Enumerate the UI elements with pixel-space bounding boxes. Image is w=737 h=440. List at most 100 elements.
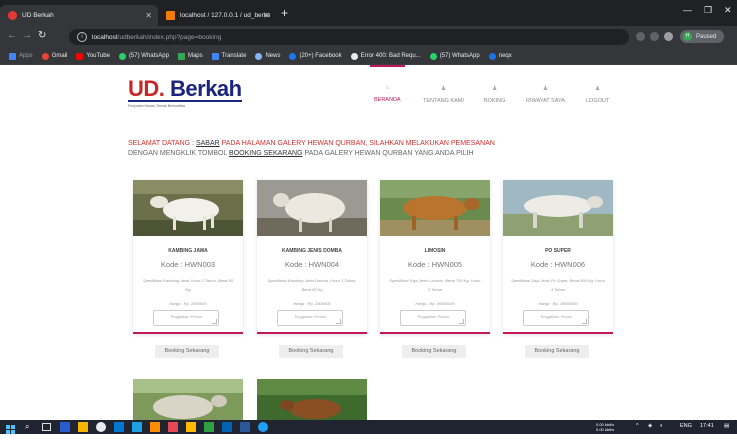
- clock[interactable]: 17:41: [700, 423, 714, 429]
- welcome-message: SELAMAT DATANG : SABAR PADA HALAMAN GALE…: [128, 140, 495, 157]
- chrome-icon[interactable]: [96, 422, 106, 432]
- app-icon[interactable]: [186, 422, 196, 432]
- sheep-image: [257, 180, 367, 236]
- nav-tentang-kami[interactable]: ♟ TENTANG KAMI: [423, 85, 464, 104]
- tab-ud-berkah[interactable]: UD Berkah ✕: [0, 5, 158, 26]
- tab-title: localhost / 127.0.0.1 / ud_berkah: [180, 12, 270, 19]
- card-spec: Spesifikasi Sapi Jenis Limosin, Berat 70…: [389, 278, 481, 292]
- bookmark-apps[interactable]: Apps: [9, 52, 33, 60]
- url-host: localhost: [92, 33, 118, 41]
- booking-button[interactable]: Booking Sekarang: [155, 345, 219, 358]
- card-title: KAMBING JAWA: [168, 248, 208, 254]
- logo-tagline: Penjualan Hewan Ternak Berkualitas: [128, 104, 186, 108]
- booking-button[interactable]: Booking Sekarang: [402, 345, 466, 358]
- url-path: /udberkah/index.php?page=booking: [117, 33, 222, 41]
- bookmark-news[interactable]: News: [255, 52, 280, 60]
- message-textarea[interactable]: Tinggalkan Pesan: [523, 310, 589, 326]
- cow-image: [257, 379, 367, 420]
- nav-riwayat-saya[interactable]: ♟ RIWAYAT SAYA: [526, 85, 565, 104]
- phpmyadmin-favicon-icon: [166, 11, 175, 20]
- bookmark-gmail[interactable]: Gmail: [41, 52, 67, 60]
- globe-icon: [350, 52, 358, 60]
- home-icon: ⌂: [385, 85, 390, 91]
- windows-start-icon[interactable]: [6, 422, 16, 434]
- card-spec: Spesifikasi Kambing Jawa Umur 2 Tahun, B…: [142, 278, 234, 292]
- maximize-icon[interactable]: ❐: [704, 5, 712, 16]
- bookmark-neqx[interactable]: neqx: [488, 52, 512, 60]
- notification-icon[interactable]: ▤: [724, 423, 729, 429]
- tray-chevron-icon[interactable]: ^: [636, 423, 639, 429]
- back-icon[interactable]: ←: [7, 30, 17, 41]
- close-tab-icon[interactable]: ✕: [145, 11, 152, 20]
- language-indicator[interactable]: ENG: [680, 423, 692, 429]
- user-icon: ♟: [492, 86, 498, 92]
- site-logo[interactable]: UD. Berkah Penjualan Hewan Ternak Berkua…: [128, 78, 242, 108]
- file-explorer-icon[interactable]: [78, 422, 88, 432]
- word-icon[interactable]: [240, 422, 250, 432]
- cow-po-super-image: [503, 180, 613, 236]
- message-textarea[interactable]: Tinggalkan Pesan: [277, 310, 343, 326]
- card-kode: Kode : HWN004: [284, 260, 340, 269]
- translate-icon: [211, 52, 219, 60]
- close-tab-icon[interactable]: ✕: [263, 11, 270, 20]
- active-nav-indicator: [370, 65, 405, 67]
- profile-button[interactable]: H Paused: [680, 30, 725, 43]
- app-icon[interactable]: [204, 422, 214, 432]
- nav-beranda[interactable]: ⌂ BERANDA: [370, 65, 405, 103]
- bookmark-facebook[interactable]: (20+) Facebook: [289, 52, 342, 60]
- forward-icon[interactable]: →: [22, 30, 32, 41]
- app-icon[interactable]: [60, 422, 70, 432]
- booking-button[interactable]: Booking Sekarang: [525, 345, 589, 358]
- key-icon[interactable]: [636, 32, 645, 41]
- windows-taskbar: ⌕ 0.00 kbit/s 0.00 kbit/s ^ ◈ ◐ ENG 17:41…: [0, 420, 737, 434]
- apps-grid-icon: [9, 52, 16, 60]
- product-card: PO SUPER Kode : HWN006 Spesifikasi Sapi …: [503, 180, 613, 334]
- extensions-icon[interactable]: [664, 32, 673, 41]
- bookmark-whatsapp[interactable]: (57) WhatsApp: [118, 52, 169, 60]
- task-view-icon[interactable]: [42, 423, 51, 431]
- bookmark-error[interactable]: Error 400: Bad Requ...: [350, 52, 421, 60]
- minimize-icon[interactable]: —: [683, 5, 692, 15]
- whatsapp-icon: [429, 52, 437, 60]
- bookmarks-bar: Apps Gmail YouTube (57) WhatsApp Maps Tr…: [0, 48, 737, 65]
- bookmark-maps[interactable]: Maps: [177, 52, 203, 60]
- network-icon[interactable]: ◈: [648, 423, 652, 429]
- whatsapp-icon: [118, 52, 126, 60]
- vscode-icon[interactable]: [222, 422, 232, 432]
- app-icon[interactable]: [132, 422, 142, 432]
- booking-link[interactable]: BOOKING SEKARANG: [229, 150, 303, 157]
- site-info-icon[interactable]: i: [77, 32, 87, 42]
- close-window-icon[interactable]: ✕: [724, 5, 732, 16]
- message-textarea[interactable]: Tinggalkan Pesan: [400, 310, 466, 326]
- user-icon: ♟: [440, 86, 447, 92]
- tab-title: UD Berkah: [22, 12, 54, 19]
- store-icon[interactable]: [114, 422, 124, 432]
- xampp-icon[interactable]: [150, 422, 160, 432]
- message-textarea[interactable]: Tinggalkan Pesan: [153, 310, 219, 326]
- maps-icon: [177, 52, 185, 60]
- network-speed: 0.00 kbit/s 0.00 kbit/s: [596, 422, 615, 432]
- nav-logout[interactable]: ♟ LOGOUT: [586, 85, 609, 104]
- profile-status: Paused: [696, 33, 717, 40]
- card-price: Harga : Rp. 28000000: [538, 301, 578, 306]
- nav-boking[interactable]: ♟ BOKING: [484, 85, 505, 104]
- new-tab-icon[interactable]: +: [281, 6, 288, 20]
- tab-phpmyadmin[interactable]: localhost / 127.0.0.1 / ud_berkah ✕: [158, 5, 276, 26]
- address-bar[interactable]: i localhost /udberkah/index.php?page=boo…: [69, 29, 629, 45]
- search-icon[interactable]: ⌕: [25, 422, 35, 432]
- cow-limosin-image: [380, 180, 490, 236]
- bookmark-youtube[interactable]: YouTube: [76, 52, 110, 60]
- bookmark-translate[interactable]: Translate: [211, 52, 246, 60]
- reload-icon[interactable]: ↻: [38, 30, 46, 41]
- bookmark-whatsapp-2[interactable]: (57) WhatsApp: [429, 52, 480, 60]
- user-icon: ♟: [542, 86, 549, 92]
- user-icon: ♟: [594, 86, 601, 92]
- volume-icon[interactable]: ◐: [660, 423, 663, 429]
- app-icon[interactable]: [258, 422, 268, 432]
- booking-button[interactable]: Booking Sekarang: [279, 345, 343, 358]
- app-icon[interactable]: [168, 422, 178, 432]
- card-price: Harga : Rp. 45000000: [415, 301, 455, 306]
- card-price: Harga : Rp. 2500000: [293, 301, 331, 306]
- site-favicon-icon: [8, 11, 17, 20]
- search-icon[interactable]: [650, 32, 659, 41]
